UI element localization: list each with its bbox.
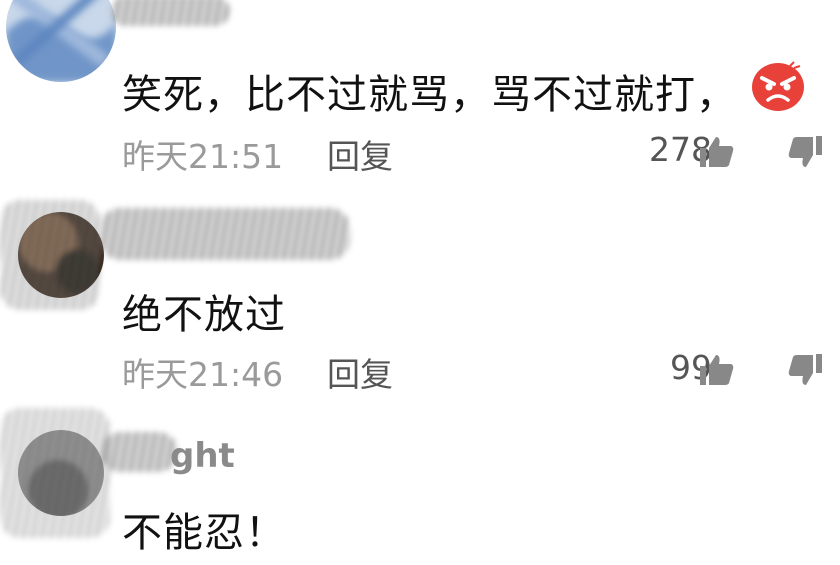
comment-text: 不能忍！ xyxy=(122,510,286,556)
username-redacted xyxy=(100,208,350,260)
username: ght xyxy=(170,436,235,476)
thumb-down-icon[interactable] xyxy=(788,136,822,168)
comment-time: 昨天21:46 xyxy=(122,355,284,394)
comment-meta: 昨天21:46 回复 99 xyxy=(122,348,822,394)
angry-face-emoji xyxy=(750,60,806,112)
reply-button[interactable]: 回复 xyxy=(327,130,393,178)
thumb-down-icon[interactable] xyxy=(788,354,822,386)
thumb-up-icon[interactable] xyxy=(700,354,734,386)
avatar-scribble xyxy=(0,200,100,310)
reply-button[interactable]: 回复 xyxy=(327,348,393,396)
comment-meta: 昨天21:51 回复 278 xyxy=(122,130,822,176)
comment-text: 绝不放过 xyxy=(122,292,286,338)
comment-text: 笑死，比不过就骂，骂不过就打， xyxy=(122,72,737,118)
username-redacted xyxy=(110,0,230,26)
avatar-scribble xyxy=(0,408,110,538)
avatar[interactable] xyxy=(6,0,116,82)
thumb-up-icon[interactable] xyxy=(700,136,734,168)
comment-time: 昨天21:51 xyxy=(122,137,284,176)
username-redacted xyxy=(100,432,178,472)
